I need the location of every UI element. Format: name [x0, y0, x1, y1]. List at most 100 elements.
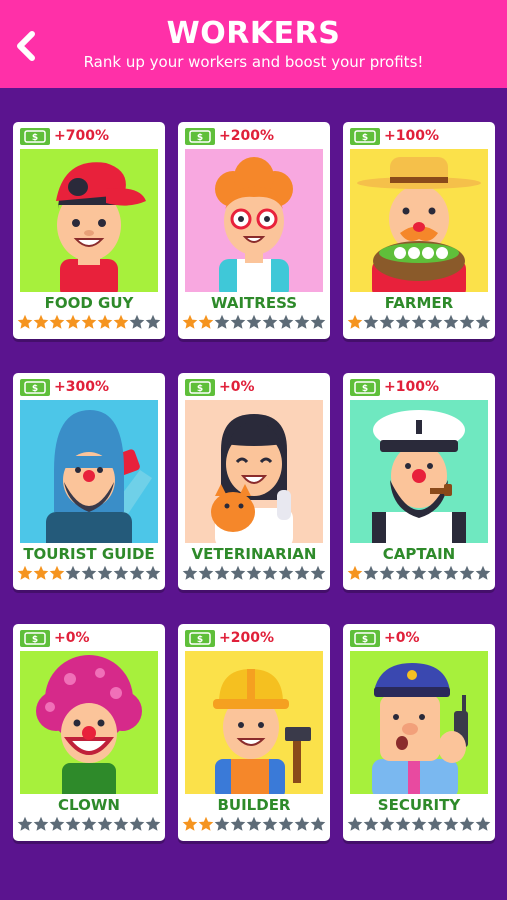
worker-portrait — [185, 651, 323, 794]
worker-card-security[interactable]: $ +0% SECURITY — [343, 624, 495, 841]
cash-icon: $ — [20, 378, 50, 396]
star-empty-icon — [411, 816, 427, 831]
rank-stars — [182, 314, 326, 330]
worker-card-farmer[interactable]: $ +100% FARMER — [343, 122, 495, 339]
rank-stars — [182, 565, 326, 581]
rank-stars — [17, 816, 161, 832]
worker-card-veterinarian[interactable]: $ +0% VETERINARIAN — [178, 373, 330, 590]
rank-stars — [347, 816, 491, 832]
worker-portrait — [185, 149, 323, 292]
star-empty-icon — [145, 816, 161, 831]
svg-text:$: $ — [32, 635, 38, 645]
worker-card-clown[interactable]: $ +0% CLOWN — [13, 624, 165, 841]
worker-name: TOURIST GUIDE — [23, 545, 155, 563]
star-empty-icon — [230, 565, 246, 580]
worker-portrait — [350, 651, 488, 794]
cash-icon: $ — [185, 378, 215, 396]
bonus-value: +100% — [384, 128, 439, 144]
svg-text:$: $ — [362, 635, 368, 645]
svg-text:$: $ — [362, 384, 368, 394]
star-empty-icon — [230, 816, 246, 831]
worker-name: BUILDER — [217, 796, 291, 814]
star-filled-icon — [17, 314, 33, 329]
star-filled-icon — [347, 314, 363, 329]
star-empty-icon — [81, 816, 97, 831]
rank-stars — [182, 816, 326, 832]
star-empty-icon — [113, 565, 129, 580]
worker-card-captain[interactable]: $ +100% CAPTAIN — [343, 373, 495, 590]
star-filled-icon — [182, 816, 198, 831]
svg-text:$: $ — [197, 384, 203, 394]
star-empty-icon — [97, 816, 113, 831]
star-filled-icon — [97, 314, 113, 329]
workers-grid: $ +700% FOOD GUY $ +200% WAITRESS $ +100… — [0, 0, 507, 900]
star-empty-icon — [310, 816, 326, 831]
star-empty-icon — [395, 314, 411, 329]
worker-card-food-guy[interactable]: $ +700% FOOD GUY — [13, 122, 165, 339]
star-empty-icon — [246, 565, 262, 580]
star-empty-icon — [129, 565, 145, 580]
bonus-value: +200% — [219, 630, 274, 646]
cash-icon: $ — [20, 629, 50, 647]
worker-portrait — [350, 400, 488, 543]
star-empty-icon — [262, 314, 278, 329]
star-empty-icon — [214, 816, 230, 831]
worker-card-builder[interactable]: $ +200% BUILDER — [178, 624, 330, 841]
cash-icon: $ — [350, 629, 380, 647]
bonus-value: +200% — [219, 128, 274, 144]
star-empty-icon — [145, 314, 161, 329]
rank-stars — [17, 565, 161, 581]
worker-name: FOOD GUY — [44, 294, 134, 312]
star-filled-icon — [347, 565, 363, 580]
bonus-badge: $ +100% — [350, 126, 439, 146]
star-empty-icon — [395, 816, 411, 831]
star-filled-icon — [65, 314, 81, 329]
bonus-badge: $ +100% — [350, 377, 439, 397]
star-empty-icon — [97, 565, 113, 580]
star-filled-icon — [198, 314, 214, 329]
star-empty-icon — [427, 565, 443, 580]
star-empty-icon — [459, 314, 475, 329]
worker-card-tourist-guide[interactable]: $ +300% TOURIST GUIDE — [13, 373, 165, 590]
star-empty-icon — [475, 565, 491, 580]
bonus-badge: $ +200% — [185, 126, 274, 146]
star-empty-icon — [363, 565, 379, 580]
star-empty-icon — [230, 314, 246, 329]
cash-icon: $ — [185, 127, 215, 145]
svg-text:$: $ — [197, 635, 203, 645]
worker-name: CLOWN — [58, 796, 120, 814]
svg-text:$: $ — [362, 133, 368, 143]
star-empty-icon — [379, 314, 395, 329]
bonus-badge: $ +0% — [350, 628, 420, 648]
worker-card-waitress[interactable]: $ +200% WAITRESS — [178, 122, 330, 339]
star-empty-icon — [262, 816, 278, 831]
star-empty-icon — [443, 816, 459, 831]
rank-stars — [17, 314, 161, 330]
star-empty-icon — [411, 565, 427, 580]
star-empty-icon — [379, 565, 395, 580]
rank-stars — [347, 565, 491, 581]
star-empty-icon — [294, 314, 310, 329]
star-empty-icon — [33, 816, 49, 831]
star-empty-icon — [278, 816, 294, 831]
worker-name: SECURITY — [377, 796, 461, 814]
star-empty-icon — [278, 565, 294, 580]
bonus-value: +0% — [219, 379, 255, 395]
star-empty-icon — [145, 565, 161, 580]
bonus-badge: $ +300% — [20, 377, 109, 397]
bonus-value: +100% — [384, 379, 439, 395]
svg-text:$: $ — [197, 133, 203, 143]
star-filled-icon — [49, 565, 65, 580]
star-empty-icon — [129, 314, 145, 329]
bonus-value: +700% — [54, 128, 109, 144]
star-empty-icon — [379, 816, 395, 831]
worker-portrait — [20, 400, 158, 543]
cash-icon: $ — [350, 127, 380, 145]
star-empty-icon — [182, 565, 198, 580]
bonus-badge: $ +200% — [185, 628, 274, 648]
star-empty-icon — [363, 314, 379, 329]
worker-portrait — [20, 651, 158, 794]
cash-icon: $ — [350, 378, 380, 396]
star-empty-icon — [262, 565, 278, 580]
star-empty-icon — [310, 565, 326, 580]
